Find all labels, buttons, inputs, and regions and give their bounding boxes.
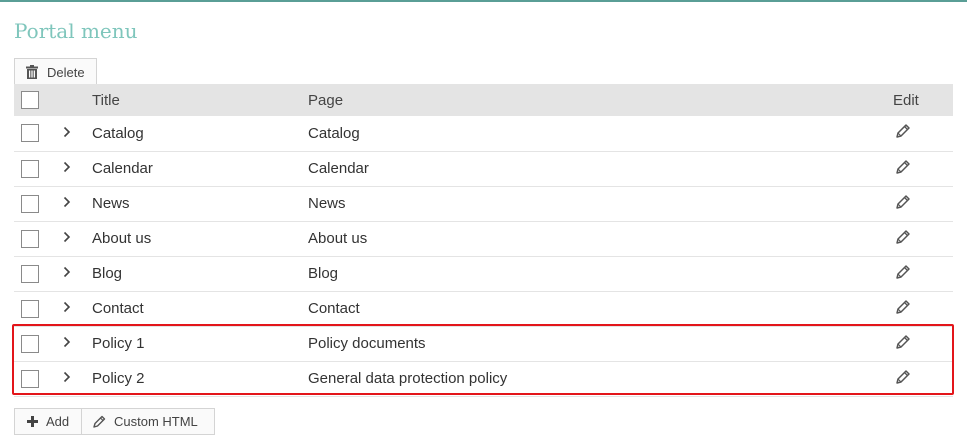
chevron-right-icon[interactable] (63, 125, 71, 142)
edit-pencil-icon[interactable] (895, 229, 911, 249)
table-row[interactable]: About us About us (14, 221, 953, 256)
custom-html-button-label: Custom HTML (114, 414, 198, 429)
add-button[interactable]: Add (14, 408, 82, 435)
row-checkbox[interactable] (21, 124, 39, 143)
row-page: Calendar (308, 160, 369, 177)
column-header-edit: Edit (893, 91, 919, 109)
row-checkbox[interactable] (21, 264, 39, 283)
table-row[interactable]: Calendar Calendar (14, 151, 953, 186)
row-checkbox[interactable] (21, 334, 39, 353)
page-title: Portal menu (14, 19, 138, 43)
row-page: Contact (308, 300, 360, 317)
chevron-right-icon[interactable] (63, 370, 71, 387)
row-page: General data protection policy (308, 370, 508, 387)
edit-pencil-icon[interactable] (895, 159, 911, 179)
chevron-right-icon[interactable] (63, 195, 71, 212)
table-row[interactable]: Catalog Catalog (14, 116, 953, 151)
edit-pencil-icon[interactable] (895, 194, 911, 214)
trash-icon (25, 65, 39, 79)
edit-pencil-icon[interactable] (895, 369, 911, 389)
portal-menu-table: Title Page Edit Catalog Catalog Calendar Ca… (14, 84, 953, 397)
column-header-title[interactable]: Title (92, 84, 308, 116)
pencil-icon (92, 415, 106, 429)
row-title: Policy 1 (92, 335, 145, 352)
table-row[interactable]: News News (14, 186, 953, 221)
row-checkbox[interactable] (21, 159, 39, 178)
row-checkbox[interactable] (21, 194, 39, 213)
row-title: Blog (92, 265, 123, 282)
chevron-right-icon[interactable] (63, 160, 71, 177)
top-border (0, 0, 967, 2)
table-header-row: Title Page Edit (14, 84, 953, 116)
row-page: About us (308, 230, 368, 247)
edit-pencil-icon[interactable] (895, 334, 911, 354)
column-header-page[interactable]: Page (308, 84, 893, 116)
row-page: Catalog (308, 124, 360, 142)
row-title: News (92, 195, 130, 212)
edit-pencil-icon[interactable] (895, 264, 911, 284)
add-button-label: Add (46, 414, 70, 429)
table-row[interactable]: Blog Blog (14, 256, 953, 291)
chevron-right-icon[interactable] (63, 265, 71, 282)
row-checkbox[interactable] (21, 299, 39, 318)
row-checkbox[interactable] (21, 369, 39, 388)
row-page: Policy documents (308, 335, 426, 352)
row-page: News (308, 195, 346, 212)
chevron-right-icon[interactable] (63, 300, 71, 317)
row-page: Blog (308, 265, 339, 282)
edit-pencil-icon[interactable] (895, 123, 911, 143)
row-title: About us (92, 230, 152, 247)
row-checkbox[interactable] (21, 229, 39, 248)
chevron-right-icon[interactable] (63, 335, 71, 352)
table-row[interactable]: Policy 2 General data protection policy (14, 361, 953, 396)
table-row[interactable]: Policy 1 Policy documents (14, 326, 953, 361)
table-row[interactable]: Contact Contact (14, 291, 953, 326)
delete-button[interactable]: Delete (14, 58, 97, 85)
delete-button-label: Delete (47, 64, 85, 80)
edit-pencil-icon[interactable] (895, 299, 911, 319)
row-title: Calendar (92, 160, 153, 177)
select-all-checkbox[interactable] (21, 91, 39, 110)
chevron-right-icon[interactable] (63, 230, 71, 247)
row-title: Catalog (92, 124, 144, 142)
custom-html-button[interactable]: Custom HTML (81, 408, 215, 435)
row-title: Contact (92, 300, 144, 317)
plus-icon (27, 416, 38, 427)
row-title: Policy 2 (92, 370, 145, 387)
